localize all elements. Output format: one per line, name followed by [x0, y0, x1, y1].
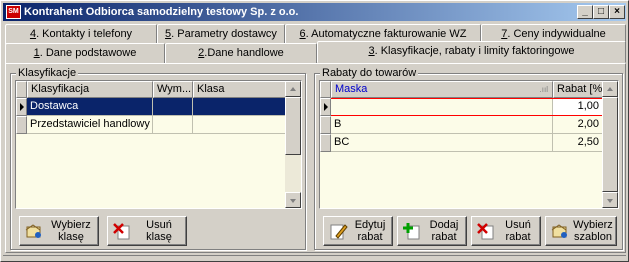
rabaty-group: Rabaty do towarów Maska .ııl Rabat [%] 1…	[314, 67, 623, 250]
current-row-arrow-icon	[324, 103, 328, 111]
choose-icon	[24, 221, 44, 241]
row-indicator	[320, 134, 331, 152]
current-row-arrow-icon	[20, 103, 24, 111]
klasyfikacje-scrollbar[interactable]	[285, 81, 301, 208]
cell-wymiar[interactable]	[153, 98, 193, 116]
choose-class-button[interactable]: Wybierz klasę	[19, 216, 99, 246]
scroll-down-icon	[290, 199, 296, 203]
add-discount-button[interactable]: Dodaj rabat	[397, 216, 467, 246]
minimize-button[interactable]: _	[577, 5, 593, 19]
klasyfikacje-grid[interactable]: Klasyfikacja Wym... Klasa Dostawca Przed…	[15, 80, 302, 209]
tab-parametry-dostawcy[interactable]: 5. Parametry dostawcy	[157, 24, 285, 44]
cell-maska[interactable]: BC	[331, 134, 553, 152]
col-rabat[interactable]: Rabat [%]	[553, 81, 603, 98]
delete-class-label: Usuń klasę	[146, 219, 172, 243]
klasyfikacje-legend: Klasyfikacje	[16, 67, 79, 79]
cell-rabat[interactable]: 1,00	[553, 98, 603, 116]
scroll-down-button[interactable]	[285, 192, 301, 208]
cell-maska[interactable]	[331, 98, 553, 116]
col-klasa[interactable]: Klasa	[193, 81, 286, 98]
status-bar	[3, 255, 626, 261]
cell-klasyfikacja[interactable]: Przedstawiciel handlowy	[27, 116, 153, 134]
scroll-down-icon	[607, 199, 613, 203]
header-indicator	[16, 81, 27, 98]
tab-dane-handlowe[interactable]: 2.Dane handlowe	[165, 43, 317, 63]
template-icon	[550, 221, 570, 241]
cell-wymiar[interactable]	[153, 116, 193, 134]
close-button[interactable]: ×	[609, 5, 625, 19]
scroll-down-button[interactable]	[602, 192, 618, 208]
delete-discount-button[interactable]: Usuń rabat	[471, 216, 541, 246]
col-maska-label: Maska	[335, 83, 368, 95]
cell-klasa[interactable]	[193, 98, 286, 116]
add-icon	[402, 221, 422, 241]
klasyfikacje-group: Klasyfikacje Klasyfikacja Wym... Klasa D…	[10, 67, 306, 250]
col-klasyfikacja[interactable]: Klasyfikacja	[27, 81, 153, 98]
tab-page: Klasyfikacje Klasyfikacja Wym... Klasa D…	[5, 63, 626, 253]
sort-icon: .ııl	[539, 85, 548, 94]
rabaty-header: Maska .ııl Rabat [%]	[320, 81, 603, 98]
cell-maska[interactable]: B	[331, 116, 553, 134]
klasyfikacje-header: Klasyfikacja Wym... Klasa	[16, 81, 286, 98]
tab-kontakty[interactable]: 4. Kontakty i telefony	[5, 24, 157, 44]
edit-discount-label: Edytuj rabat	[354, 219, 386, 243]
scroll-up-icon	[290, 87, 296, 91]
cell-rabat[interactable]: 2,50	[553, 134, 603, 152]
scroll-thumb[interactable]	[602, 97, 618, 192]
window-title: Kontrahent Odbiorca samodzielny testowy …	[24, 6, 299, 18]
cell-rabat[interactable]: 2,00	[553, 116, 603, 134]
table-row[interactable]: B 2,00	[320, 116, 603, 134]
maximize-button[interactable]: □	[593, 5, 609, 19]
add-discount-label: Dodaj rabat	[429, 219, 459, 243]
table-row[interactable]: BC 2,50	[320, 134, 603, 152]
scroll-up-button[interactable]	[285, 81, 301, 97]
rabaty-legend: Rabaty do towarów	[320, 67, 419, 79]
choose-class-label: Wybierz klasę	[51, 219, 91, 243]
delete-icon	[476, 221, 496, 241]
scroll-thumb[interactable]	[285, 97, 301, 155]
tab-dane-podstawowe[interactable]: 1. Dane podstawowe	[5, 43, 165, 63]
row-indicator	[16, 98, 27, 116]
table-row[interactable]: Dostawca	[16, 98, 286, 116]
table-row[interactable]: Przedstawiciel handlowy	[16, 116, 286, 134]
window: SM Kontrahent Odbiorca samodzielny testo…	[0, 0, 629, 262]
scroll-up-icon	[607, 87, 613, 91]
app-icon: SM	[6, 5, 21, 19]
delete-icon	[112, 221, 132, 241]
delete-class-button[interactable]: Usuń klasę	[107, 216, 187, 246]
scroll-up-button[interactable]	[602, 81, 618, 97]
delete-discount-label: Usuń rabat	[505, 219, 531, 243]
choose-template-button[interactable]: Wybierz szablon	[545, 216, 617, 246]
col-maska[interactable]: Maska .ııl	[331, 81, 553, 98]
rabaty-scrollbar[interactable]	[602, 81, 618, 208]
rabaty-grid[interactable]: Maska .ııl Rabat [%] 1,00 B 2,00 BC 2,50	[319, 80, 619, 209]
title-bar[interactable]: SM Kontrahent Odbiorca samodzielny testo…	[3, 3, 626, 21]
table-row[interactable]: 1,00	[320, 98, 603, 116]
cell-klasa[interactable]	[193, 116, 286, 134]
row-indicator	[16, 116, 27, 134]
col-wymiar[interactable]: Wym...	[153, 81, 193, 98]
tab-klasyfikacje-rabaty[interactable]: 3. Klasyfikacje, rabaty i limity faktori…	[317, 41, 626, 63]
cell-klasyfikacja[interactable]: Dostawca	[27, 98, 153, 116]
choose-template-label: Wybierz szablon	[573, 219, 613, 243]
row-indicator	[320, 98, 331, 116]
edit-icon	[328, 221, 348, 241]
edit-discount-button[interactable]: Edytuj rabat	[323, 216, 393, 246]
row-indicator	[320, 116, 331, 134]
header-indicator	[320, 81, 331, 98]
